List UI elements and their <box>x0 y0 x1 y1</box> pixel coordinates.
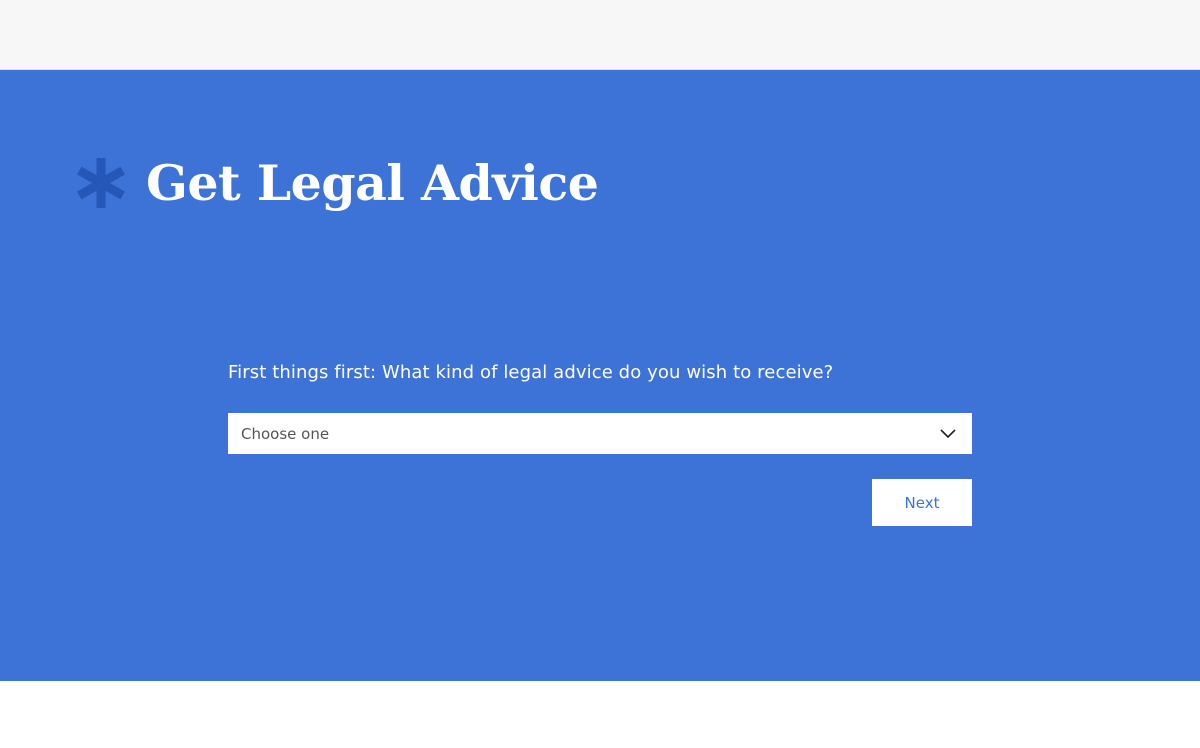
top-bar <box>0 0 1200 70</box>
asterisk-icon <box>77 158 125 208</box>
hero-section: Get Legal Advice First things first: Wha… <box>0 70 1200 681</box>
advice-type-select[interactable]: Choose one <box>228 413 972 454</box>
page-title: Get Legal Advice <box>146 153 599 212</box>
question-label: First things first: What kind of legal a… <box>228 362 834 383</box>
title-row: Get Legal Advice <box>74 148 599 218</box>
select-value: Choose one <box>241 425 330 443</box>
chevron-down-icon <box>940 429 956 439</box>
next-button[interactable]: Next <box>872 479 972 526</box>
